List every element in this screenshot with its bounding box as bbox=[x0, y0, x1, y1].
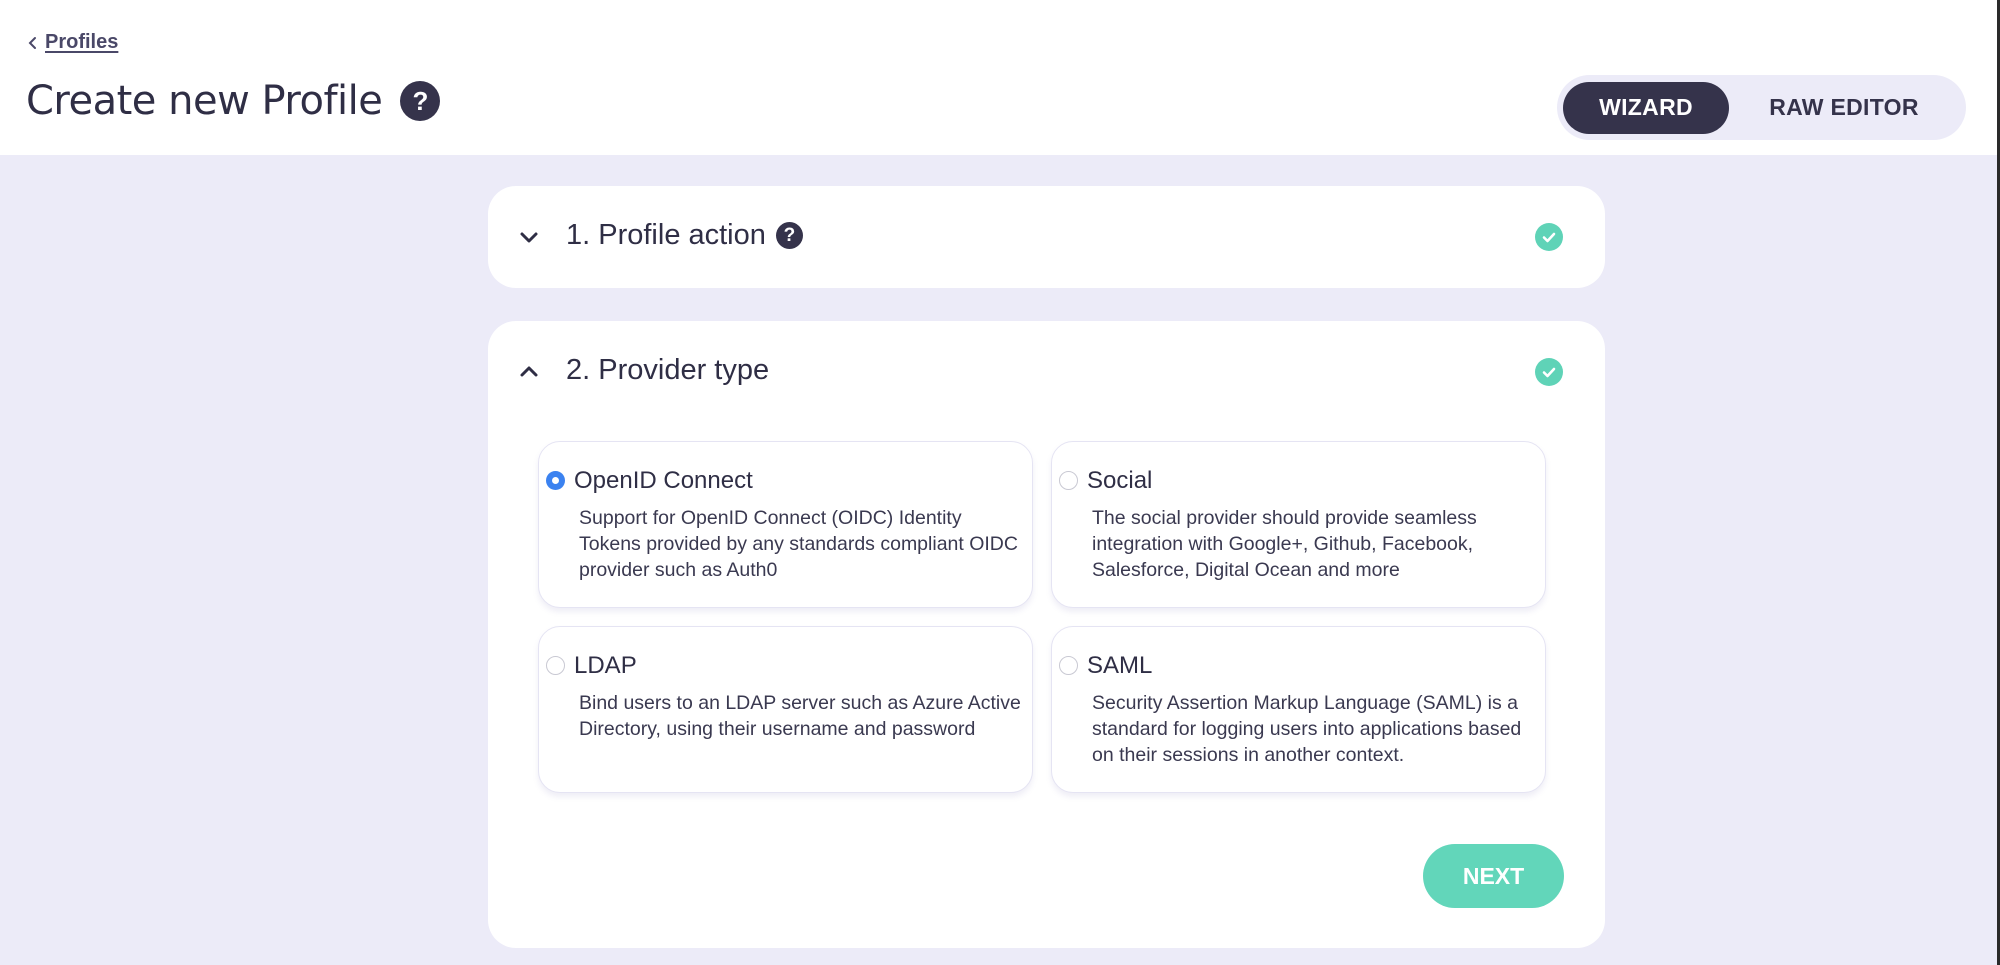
mode-toggle: WIZARD RAW EDITOR bbox=[1557, 75, 1966, 140]
provider-option-saml[interactable]: SAML Security Assertion Markup Language … bbox=[1051, 626, 1546, 793]
option-description: Bind users to an LDAP server such as Azu… bbox=[579, 692, 1021, 740]
option-title: SAML bbox=[1087, 652, 1153, 679]
step-title: 1. Profile action ? bbox=[566, 219, 803, 252]
back-to-profiles-link[interactable]: Profiles bbox=[27, 31, 118, 54]
chevron-up-icon[interactable] bbox=[518, 361, 540, 383]
option-description: Support for OpenID Connect (OIDC) Identi… bbox=[579, 507, 1018, 581]
question-circle-icon[interactable]: ? bbox=[400, 81, 441, 121]
question-circle-icon[interactable]: ? bbox=[775, 222, 803, 249]
chevron-left-icon bbox=[28, 36, 36, 49]
step-profile-action: 1. Profile action ? bbox=[488, 186, 1605, 288]
option-description: The social provider should provide seaml… bbox=[1092, 507, 1477, 581]
page-title-group: Create new Profile ? bbox=[26, 78, 441, 124]
check-circle-icon bbox=[1535, 223, 1563, 251]
step-title-label: 2. Provider type bbox=[566, 354, 770, 386]
step-title-label: 1. Profile action bbox=[566, 219, 766, 251]
check-circle-icon bbox=[1535, 358, 1563, 386]
next-button[interactable]: NEXT bbox=[1423, 844, 1564, 908]
back-link-label: Profiles bbox=[45, 31, 119, 53]
option-description: Security Assertion Markup Language (SAML… bbox=[1092, 692, 1522, 766]
step-title: 2. Provider type bbox=[566, 354, 769, 387]
provider-option-ldap[interactable]: LDAP Bind users to an LDAP server such a… bbox=[538, 626, 1033, 793]
radio-button[interactable] bbox=[546, 471, 565, 490]
page-title: Create new Profile bbox=[26, 78, 383, 124]
chevron-down-icon[interactable] bbox=[518, 226, 540, 248]
page-header: Profiles Create new Profile ? WIZARD RAW… bbox=[0, 0, 1997, 155]
radio-button[interactable] bbox=[1059, 471, 1078, 490]
step-header[interactable]: 1. Profile action ? bbox=[488, 186, 1605, 288]
option-title: LDAP bbox=[574, 652, 637, 679]
provider-option-social[interactable]: Social The social provider should provid… bbox=[1051, 441, 1546, 608]
raw-editor-mode-button[interactable]: RAW EDITOR bbox=[1729, 82, 1959, 134]
option-title: OpenID Connect bbox=[574, 467, 753, 494]
option-title: Social bbox=[1087, 467, 1153, 494]
wizard-mode-button[interactable]: WIZARD bbox=[1563, 81, 1729, 134]
step-provider-type: 2. Provider type OpenID Connect Support … bbox=[488, 321, 1605, 948]
step-header[interactable]: 2. Provider type bbox=[488, 321, 1605, 423]
provider-option-openid-connect[interactable]: OpenID Connect Support for OpenID Connec… bbox=[538, 441, 1033, 608]
radio-button[interactable] bbox=[1059, 656, 1078, 675]
radio-button[interactable] bbox=[546, 656, 565, 675]
